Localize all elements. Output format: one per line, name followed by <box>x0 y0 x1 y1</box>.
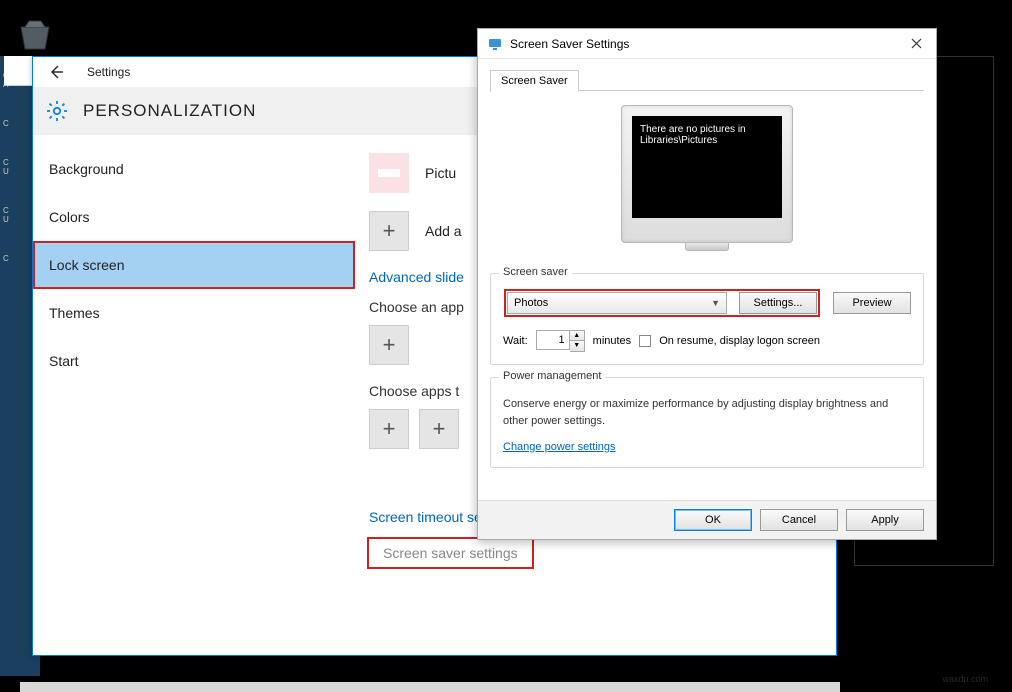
settings-title: Settings <box>87 65 130 79</box>
minutes-label: minutes <box>593 335 632 347</box>
taskbar[interactable] <box>20 682 840 692</box>
spin-down-button[interactable]: ▼ <box>570 341 584 351</box>
screen-saver-group: Screen saver Photos ▼ Settings... Previe… <box>490 273 924 365</box>
spin-up-button[interactable]: ▲ <box>570 331 584 341</box>
sidebar-item-themes[interactable]: Themes <box>33 289 355 337</box>
screensaver-settings-button[interactable]: Settings... <box>739 292 817 314</box>
cancel-button[interactable]: Cancel <box>760 509 838 531</box>
ok-button[interactable]: OK <box>674 509 752 531</box>
tab-screen-saver[interactable]: Screen Saver <box>490 70 579 92</box>
on-resume-label: On resume, display logon screen <box>659 335 820 347</box>
screen-saver-titlebar: Screen Saver Settings <box>478 29 936 59</box>
preview-message: There are no pictures in Libraries\Pictu… <box>632 116 782 218</box>
sidebar-item-background[interactable]: Background <box>33 145 355 193</box>
screensaver-controls-highlight: Photos ▼ Settings... <box>503 288 821 318</box>
screen-saver-group-label: Screen saver <box>499 266 572 278</box>
power-management-group: Power management Conserve energy or maxi… <box>490 377 924 468</box>
choose-apps-add-1[interactable]: + <box>369 409 409 449</box>
screensaver-combobox-value: Photos <box>514 297 548 309</box>
screen-saver-title: Screen Saver Settings <box>510 37 629 51</box>
power-management-label: Power management <box>499 370 605 382</box>
screen-saver-settings-link[interactable]: Screen saver settings <box>369 539 532 567</box>
choose-app-add[interactable]: + <box>369 325 409 365</box>
sidebar-item-start[interactable]: Start <box>33 337 355 385</box>
monitor-preview: There are no pictures in Libraries\Pictu… <box>490 105 924 251</box>
dialog-footer: OK Cancel Apply <box>478 500 936 539</box>
add-folder-label: Add a <box>425 223 462 239</box>
apply-button[interactable]: Apply <box>846 509 924 531</box>
monitor-icon <box>488 37 502 51</box>
picture-label: Pictu <box>425 165 456 181</box>
gear-icon <box>45 99 69 123</box>
screensaver-combobox[interactable]: Photos ▼ <box>507 292 727 314</box>
chevron-down-icon: ▼ <box>711 298 720 308</box>
picture-thumbnail[interactable] <box>369 153 409 193</box>
change-power-settings-link[interactable]: Change power settings <box>503 441 616 453</box>
on-resume-checkbox[interactable] <box>639 335 651 347</box>
back-button[interactable] <box>45 61 67 83</box>
preview-button[interactable]: Preview <box>833 292 911 314</box>
power-management-text: Conserve energy or maximize performance … <box>503 396 911 429</box>
watermark: waxdn.com <box>942 674 988 684</box>
close-button[interactable] <box>906 34 926 54</box>
wait-label: Wait: <box>503 335 528 347</box>
wait-input[interactable] <box>536 330 570 350</box>
personalization-heading: PERSONALIZATION <box>83 101 256 121</box>
screen-saver-dialog: Screen Saver Settings Screen Saver There… <box>477 28 937 540</box>
settings-sidebar: Background Colors Lock screen Themes Sta… <box>33 135 355 655</box>
sidebar-item-colors[interactable]: Colors <box>33 193 355 241</box>
recycle-bin-icon[interactable] <box>15 15 55 55</box>
sidebar-item-lock-screen[interactable]: Lock screen <box>33 241 355 289</box>
wait-spinbox[interactable]: ▲ ▼ <box>536 330 585 352</box>
choose-apps-add-2[interactable]: + <box>419 409 459 449</box>
add-folder-button[interactable]: + <box>369 211 409 251</box>
